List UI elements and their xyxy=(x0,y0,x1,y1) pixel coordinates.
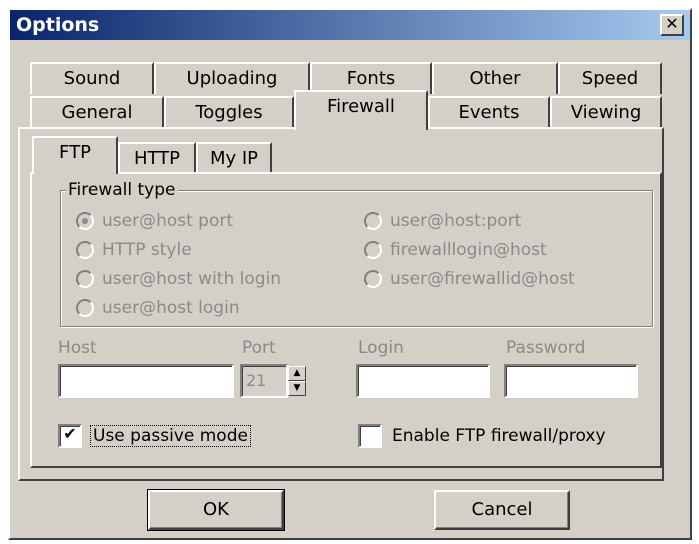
radio-label: user@firewallid@host xyxy=(390,269,575,289)
radio-label: firewalllogin@host xyxy=(390,240,547,260)
tab-label: Other xyxy=(469,68,521,89)
radio-user-host-login[interactable]: user@host login xyxy=(76,296,281,320)
subtab-ftp[interactable]: FTP xyxy=(32,136,118,174)
tab-events[interactable]: Events xyxy=(428,96,550,128)
subtab-label: My IP xyxy=(209,148,259,169)
tab-label: Sound xyxy=(63,68,121,89)
subtab-http[interactable]: HTTP xyxy=(118,142,196,174)
passive-mode-checkbox-row[interactable]: ✔ Use passive mode xyxy=(58,424,251,448)
radio-user-host-port[interactable]: user@host port xyxy=(76,209,281,233)
tab-label: General xyxy=(61,102,133,123)
radio-user-firewallid-host[interactable]: user@firewallid@host xyxy=(364,267,575,291)
tab-other[interactable]: Other xyxy=(432,62,558,94)
radio-label: user@host with login xyxy=(102,269,282,289)
tab-firewall[interactable]: Firewall xyxy=(294,90,428,130)
password-label: Password xyxy=(506,338,586,358)
close-icon: ✕ xyxy=(665,14,679,33)
tab-viewing[interactable]: Viewing xyxy=(550,96,662,128)
login-label: Login xyxy=(358,338,404,358)
radio-label: user@host login xyxy=(102,298,240,318)
radio-icon xyxy=(364,270,382,288)
cancel-button[interactable]: Cancel xyxy=(434,490,570,530)
radio-icon xyxy=(76,241,94,259)
close-button[interactable]: ✕ xyxy=(660,14,684,36)
tab-general[interactable]: General xyxy=(30,96,164,128)
radio-http-style[interactable]: HTTP style xyxy=(76,238,281,262)
host-label: Host xyxy=(58,338,97,358)
enable-firewall-checkbox-row[interactable]: Enable FTP firewall/proxy xyxy=(358,424,606,448)
radio-user-host-colon-port[interactable]: user@host:port xyxy=(364,209,575,233)
passive-mode-checkbox[interactable]: ✔ xyxy=(58,424,82,448)
port-spin-up-button[interactable]: ▲ xyxy=(288,366,306,381)
radio-firewalllogin-host[interactable]: firewalllogin@host xyxy=(364,238,575,262)
passive-mode-label: Use passive mode xyxy=(90,425,251,447)
port-spin-down-button[interactable]: ▼ xyxy=(288,381,306,396)
ok-button[interactable]: OK xyxy=(147,489,285,531)
password-input[interactable] xyxy=(504,364,638,398)
radio-user-host-with-login[interactable]: user@host with login xyxy=(76,267,281,291)
checkmark-icon: ✔ xyxy=(63,424,77,443)
tab-label: Fonts xyxy=(346,68,396,89)
port-input[interactable]: 21 xyxy=(240,364,288,398)
radio-label: HTTP style xyxy=(102,240,192,260)
group-title: Firewall type xyxy=(66,180,178,200)
spin-up-icon: ▲ xyxy=(293,368,301,378)
radio-label: user@host port xyxy=(102,211,234,231)
window-title: Options xyxy=(16,14,100,36)
radio-icon xyxy=(76,270,94,288)
subtab-label: FTP xyxy=(59,142,91,163)
subtab-my-ip[interactable]: My IP xyxy=(196,142,272,174)
tab-label: Viewing xyxy=(570,102,642,123)
radio-icon xyxy=(76,212,94,230)
left-options-column: user@host port HTTP style user@host with… xyxy=(76,209,281,320)
enable-firewall-checkbox[interactable] xyxy=(358,424,382,448)
tab-label: Toggles xyxy=(195,102,263,123)
subtab-label: HTTP xyxy=(133,148,181,169)
tab-speed[interactable]: Speed xyxy=(558,62,662,94)
enable-firewall-label: Enable FTP firewall/proxy xyxy=(392,426,606,446)
radio-icon xyxy=(364,241,382,259)
title-bar: Options xyxy=(10,10,690,40)
tab-label: Speed xyxy=(581,68,639,89)
right-options-column: user@host:port firewalllogin@host user@f… xyxy=(364,209,575,291)
radio-icon xyxy=(76,299,94,317)
tab-sound[interactable]: Sound xyxy=(30,62,154,94)
port-label: Port xyxy=(242,338,276,358)
host-input[interactable] xyxy=(58,364,234,398)
tab-uploading[interactable]: Uploading xyxy=(154,62,310,94)
tab-label: Events xyxy=(458,102,520,123)
tab-toggles[interactable]: Toggles xyxy=(164,96,294,128)
tab-label: Uploading xyxy=(186,68,278,89)
spin-down-icon: ▼ xyxy=(293,383,301,393)
radio-icon xyxy=(364,212,382,230)
tab-label: Firewall xyxy=(327,96,395,117)
radio-label: user@host:port xyxy=(390,211,522,231)
login-input[interactable] xyxy=(356,364,490,398)
